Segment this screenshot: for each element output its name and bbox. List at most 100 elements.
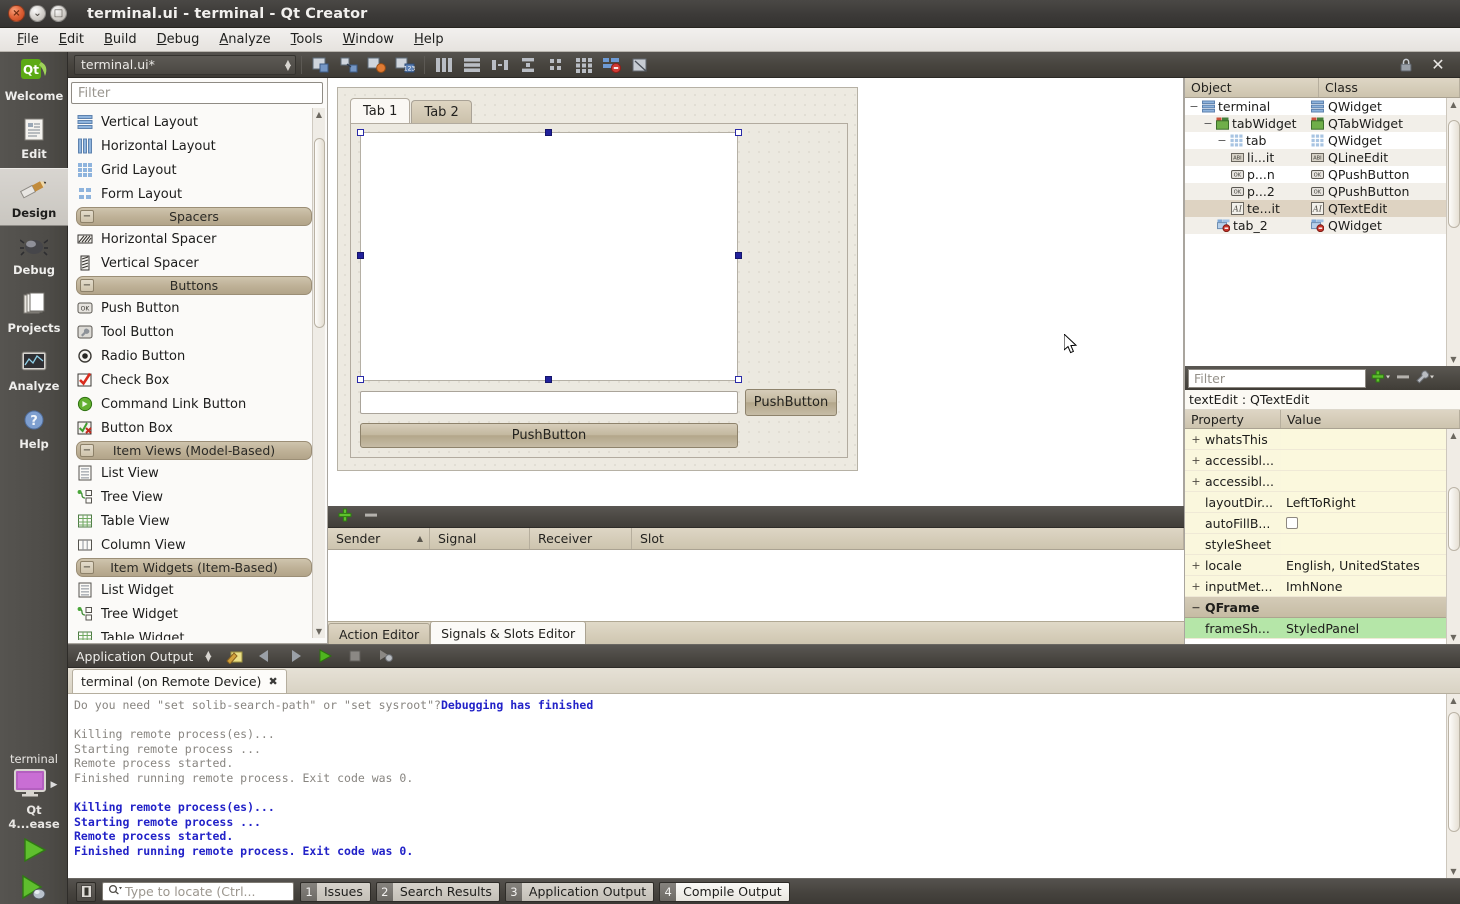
previous-item-icon[interactable] — [251, 645, 279, 667]
property-row[interactable]: styleSheet — [1185, 534, 1460, 555]
layout-form-button[interactable] — [542, 54, 570, 76]
signals-slots-table-body[interactable] — [328, 550, 1184, 621]
next-item-icon[interactable] — [281, 645, 309, 667]
property-checkbox[interactable] — [1286, 517, 1298, 529]
layout-vertically-button[interactable] — [458, 54, 486, 76]
tab-page-1[interactable]: PushButton PushButton — [350, 123, 848, 458]
widget-box-item[interactable]: Table View — [70, 509, 316, 533]
menu-edit[interactable]: Edit — [50, 29, 93, 50]
debug-button[interactable] — [0, 869, 68, 904]
object-tree-row[interactable]: OK p...2 OK QPushButton — [1185, 183, 1460, 200]
widget-box-item[interactable]: Tree Widget — [70, 602, 316, 626]
mode-edit[interactable]: Edit — [0, 110, 68, 168]
property-expander-icon[interactable]: + — [1191, 454, 1201, 467]
widget-box-item[interactable]: Vertical Layout — [70, 110, 316, 134]
widget-box-item[interactable]: Horizontal Layout — [70, 134, 316, 158]
widget-box-list[interactable]: Vertical Layout Horizontal Layout Grid Lay… — [70, 110, 316, 640]
configure-icon[interactable] — [1415, 369, 1435, 388]
adjust-size-button[interactable] — [626, 54, 654, 76]
output-settings-icon[interactable] — [221, 645, 249, 667]
property-rows[interactable]: + whatsThis + accessibl... + accessibl... layo… — [1185, 429, 1460, 639]
property-row[interactable]: + locale English, UnitedStates — [1185, 555, 1460, 576]
edit-signals-slots-mode-button[interactable] — [335, 54, 363, 76]
scroll-down-arrow-icon[interactable]: ▼ — [313, 627, 325, 636]
layout-horizontally-button[interactable] — [430, 54, 458, 76]
object-tree-row[interactable]: ABI li...it ABI QLineEdit — [1185, 149, 1460, 166]
stop-icon[interactable] — [341, 645, 369, 667]
close-icon[interactable]: ✖ — [268, 675, 277, 688]
column-value[interactable]: Value — [1281, 410, 1460, 428]
widget-box-item[interactable]: Horizontal Spacer — [70, 227, 316, 251]
resize-handle-middle-right[interactable] — [735, 252, 742, 259]
collapse-icon[interactable]: − — [80, 210, 94, 223]
break-layout-button[interactable] — [598, 54, 626, 76]
mode-help[interactable]: ? Help — [0, 400, 68, 458]
scroll-up-arrow-icon[interactable]: ▲ — [313, 108, 325, 119]
run-button[interactable] — [0, 831, 68, 869]
output-scrollbar[interactable]: ▲ ▼ — [1446, 694, 1460, 878]
property-row[interactable]: + accessibl... — [1185, 450, 1460, 471]
property-filter-input[interactable]: Filter — [1188, 368, 1366, 388]
scroll-up-arrow-icon[interactable]: ▲ — [1447, 694, 1460, 705]
column-receiver[interactable]: Receiver — [530, 528, 632, 549]
object-tree-row[interactable]: AI te...it AI QTextEdit — [1185, 200, 1460, 217]
tab-action-editor[interactable]: Action Editor — [328, 623, 431, 644]
property-expander-icon[interactable]: + — [1191, 559, 1201, 572]
property-value-cell[interactable]: English, UnitedStates — [1281, 555, 1460, 575]
object-inspector-scrollbar[interactable]: ▲ ▼ — [1446, 98, 1460, 366]
property-row[interactable]: + whatsThis — [1185, 429, 1460, 450]
output-pane-button[interactable]: 4 Compile Output — [659, 881, 790, 902]
resize-handle-bottom-center[interactable] — [545, 376, 552, 383]
resize-handle-top-center[interactable] — [545, 129, 552, 136]
property-group-row[interactable]: − QFrame — [1185, 597, 1460, 618]
output-pane-button[interactable]: 3 Application Output — [504, 881, 655, 902]
scroll-down-arrow-icon[interactable]: ▼ — [1447, 633, 1460, 642]
widget-box-item[interactable]: Button Box — [70, 416, 316, 440]
resize-handle-top-left[interactable] — [357, 129, 364, 136]
tab-signals-slots-editor[interactable]: Signals & Slots Editor — [430, 621, 587, 644]
form-tab-2[interactable]: Tab 2 — [411, 100, 472, 123]
property-expander-icon[interactable]: + — [1191, 580, 1201, 593]
run-target-selector[interactable]: terminal ▶ Qt 4...ease — [0, 752, 68, 831]
widget-box-item[interactable]: Vertical Spacer — [70, 251, 316, 275]
run-icon[interactable] — [311, 645, 339, 667]
widget-box-item[interactable]: Command Link Button — [70, 392, 316, 416]
object-inspector-rows[interactable]: − terminal QWidget − tabWidget QTabWidget − tab… — [1185, 98, 1460, 234]
close-window-button[interactable]: × — [8, 5, 25, 22]
line-edit-widget[interactable] — [360, 391, 738, 414]
minimize-window-button[interactable]: ⌄ — [29, 5, 46, 22]
edit-tab-order-mode-button[interactable]: 123 — [391, 54, 419, 76]
scroll-up-arrow-icon[interactable]: ▲ — [1447, 98, 1460, 109]
form-window[interactable]: Tab 1 Tab 2 PushButton PushButton — [337, 87, 858, 471]
output-toggle-button[interactable] — [76, 881, 96, 902]
text-edit-widget[interactable] — [360, 132, 738, 381]
menu-analyze[interactable]: Analyze — [210, 29, 279, 50]
output-pane-button[interactable]: 2 Search Results — [375, 881, 500, 902]
widget-box-item[interactable]: Grid Layout — [70, 158, 316, 182]
widget-category-header[interactable]: − Spacers — [76, 207, 312, 226]
mode-projects[interactable]: Projects — [0, 284, 68, 342]
resize-handle-bottom-left[interactable] — [357, 376, 364, 383]
property-value-cell[interactable] — [1281, 450, 1460, 470]
collapse-icon[interactable]: − — [80, 279, 94, 292]
widget-box-scrollbar[interactable]: ▲ ▼ — [312, 108, 325, 638]
widget-box-item[interactable]: Form Layout — [70, 182, 316, 206]
property-expander-icon[interactable]: + — [1191, 433, 1201, 446]
mode-analyze[interactable]: Analyze — [0, 342, 68, 400]
add-property-button[interactable] — [1371, 369, 1391, 388]
scroll-down-arrow-icon[interactable]: ▼ — [1447, 355, 1460, 364]
menu-help[interactable]: Help — [405, 29, 453, 50]
property-value-cell[interactable]: LeftToRight — [1281, 492, 1460, 512]
close-editor-button[interactable]: ✕ — [1424, 54, 1452, 76]
property-expander-icon[interactable]: − — [1191, 601, 1201, 614]
widget-box-item[interactable]: Tool Button — [70, 320, 316, 344]
resize-handle-middle-left[interactable] — [357, 252, 364, 259]
edit-buddies-mode-button[interactable] — [363, 54, 391, 76]
tree-expander-icon[interactable]: − — [1217, 134, 1227, 147]
maximize-window-button[interactable]: □ — [50, 5, 67, 22]
widget-category-header[interactable]: − Item Views (Model-Based) — [76, 441, 312, 460]
menu-tools[interactable]: Tools — [282, 29, 332, 50]
scrollbar-thumb[interactable] — [1448, 712, 1460, 832]
menu-file[interactable]: File — [8, 29, 48, 50]
property-editor-scrollbar[interactable]: ▲ ▼ — [1446, 429, 1460, 644]
